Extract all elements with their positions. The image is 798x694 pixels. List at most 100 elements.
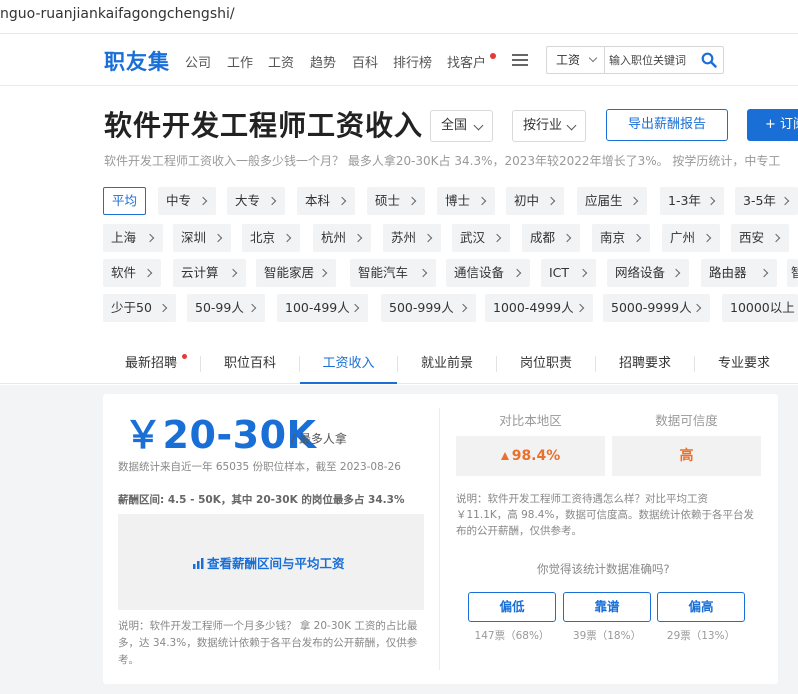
filter-tag-city[interactable]: 苏州 <box>383 224 441 252</box>
filter-tag-industry[interactable]: 路由器 <box>701 259 777 287</box>
tab-major-requirements[interactable]: 专业要求 <box>695 344 793 384</box>
filter-tag-industry[interactable]: 智能汽车 <box>350 259 436 287</box>
nav-item-wiki[interactable]: 百科 <box>352 52 378 71</box>
subscribe-button[interactable]: + 订阅 <box>747 109 798 141</box>
filter-tag-industry[interactable]: 智 <box>787 259 798 287</box>
filter-tag-industry[interactable]: ICT <box>541 259 596 287</box>
chevron-right-icon <box>198 196 208 206</box>
salary-range-note: 薪酬区间: 4.5 - 50K，其中 20-30K 的岗位最多占 34.3% <box>118 494 405 506</box>
filter-tag-education[interactable]: 3-5年 <box>735 187 798 215</box>
nav-item-find-customers[interactable]: 找客户 <box>447 52 486 71</box>
filter-tag-city[interactable]: 南京 <box>592 224 650 252</box>
export-report-button[interactable]: 导出薪酬报告 <box>606 109 728 141</box>
view-salary-chart-label: 查看薪酬区间与平均工资 <box>207 556 345 571</box>
filter-tag-company-size[interactable]: 1000-4999人 <box>485 294 593 322</box>
chevron-right-icon <box>706 196 716 206</box>
filter-tag-industry[interactable]: 智能家居 <box>256 259 336 287</box>
tab-latest-jobs[interactable]: 最新招聘 <box>102 344 200 384</box>
chevron-right-icon <box>418 268 428 278</box>
search-type-select[interactable]: 工资 <box>547 47 605 73</box>
search-input[interactable] <box>609 50 693 70</box>
industry-select-label: 按行业 <box>523 118 563 133</box>
salary-value: ￥20-30K <box>124 413 317 457</box>
filter-tag-label: 5000-9999人 <box>611 300 692 315</box>
chevron-right-icon <box>546 196 556 206</box>
vote-high-count: 29票（13%） <box>666 630 736 642</box>
address-bar[interactable]: nguo-ruanjiankaifagongchengshi/ <box>0 0 798 34</box>
content-tabs: 最新招聘 职位百科 工资收入 就业前景 岗位职责 招聘要求 专业要求 <box>0 344 798 384</box>
view-salary-chart-link[interactable]: 查看薪酬区间与平均工资 <box>193 553 345 572</box>
nav-item-trends[interactable]: 趋势 <box>310 52 336 71</box>
filter-tag-label: 硕士 <box>375 193 401 208</box>
nav-item-salary[interactable]: 工资 <box>268 52 294 71</box>
page-subtitle: 软件开发工程师工资收入一般多少钱一个月？ 最多人拿20-30K占 34.3%，2… <box>104 154 781 168</box>
notification-dot <box>490 53 496 59</box>
filter-tag-education[interactable]: 硕士 <box>367 187 425 215</box>
tab-employment-outlook[interactable]: 就业前景 <box>398 344 496 384</box>
vote-low-button[interactable]: 偏低 <box>468 592 556 622</box>
filter-tag-city[interactable]: 杭州 <box>313 224 371 252</box>
menu-icon[interactable] <box>512 54 528 68</box>
vote-high-button[interactable]: 偏高 <box>657 592 745 622</box>
filter-tag-education[interactable]: 本科 <box>297 187 355 215</box>
tab-job-wiki[interactable]: 职位百科 <box>201 344 299 384</box>
region-select[interactable]: 全国 <box>430 110 493 142</box>
filter-tag-city[interactable]: 西安 <box>731 224 789 252</box>
chevron-right-icon <box>213 233 223 243</box>
region-compare-value: 98.4% <box>456 436 605 476</box>
site-logo[interactable]: 职友集 <box>104 46 170 76</box>
tab-job-duties[interactable]: 岗位职责 <box>497 344 595 384</box>
filter-tag-city[interactable]: 广州 <box>662 224 720 252</box>
filter-tag-label: 500-999人 <box>389 300 454 315</box>
filter-tag-education[interactable]: 1-3年 <box>660 187 724 215</box>
filter-tag-label: 3-5年 <box>743 193 776 208</box>
filter-tag-city[interactable]: 武汉 <box>452 224 510 252</box>
filter-tag-label: 100-499人 <box>285 300 350 315</box>
data-confidence-value: 高 <box>612 436 761 476</box>
chevron-right-icon <box>143 268 153 278</box>
card-divider <box>439 408 440 670</box>
filter-tag-industry[interactable]: 通信设备 <box>446 259 530 287</box>
filter-tag-company-size[interactable]: 50-99人 <box>187 294 265 322</box>
filter-tag-label: 软件 <box>111 265 137 280</box>
filter-tag-label: 大专 <box>235 193 261 208</box>
chevron-right-icon <box>337 196 347 206</box>
filter-tag-education[interactable]: 平均 <box>103 187 146 215</box>
chevron-right-icon <box>407 196 417 206</box>
filter-tag-industry[interactable]: 软件 <box>103 259 161 287</box>
filter-tag-city[interactable]: 深圳 <box>173 224 231 252</box>
arrow-up-icon <box>500 452 509 460</box>
vote-accurate-button[interactable]: 靠谱 <box>563 592 651 622</box>
filter-tag-city[interactable]: 上海 <box>103 224 163 252</box>
filter-tag-industry[interactable]: 网络设备 <box>607 259 689 287</box>
filter-tag-company-size[interactable]: 500-999人 <box>381 294 476 322</box>
filter-tag-label: 少于50 <box>111 300 152 315</box>
search-icon[interactable] <box>701 52 717 68</box>
filter-tag-company-size[interactable]: 5000-9999人 <box>603 294 710 322</box>
filter-tag-education[interactable]: 应届生 <box>577 187 647 215</box>
nav-item-company[interactable]: 公司 <box>185 52 211 71</box>
tab-requirements[interactable]: 招聘要求 <box>596 344 694 384</box>
filter-tag-city[interactable]: 北京 <box>242 224 300 252</box>
industry-select[interactable]: 按行业 <box>512 110 586 142</box>
filter-tag-label: 广州 <box>670 230 696 245</box>
nav-item-jobs[interactable]: 工作 <box>227 52 253 71</box>
filter-tag-company-size[interactable]: 少于50 <box>103 294 176 322</box>
page-title: 软件开发工程师工资收入 <box>104 109 424 142</box>
chevron-down-icon <box>566 120 577 131</box>
filter-tag-label: 南京 <box>600 230 626 245</box>
filter-tag-education[interactable]: 博士 <box>437 187 495 215</box>
nav-item-ranking[interactable]: 排行榜 <box>393 52 432 71</box>
filter-tag-education[interactable]: 大专 <box>227 187 285 215</box>
filter-tag-company-size[interactable]: 10000以上 <box>722 294 798 322</box>
filter-tag-label: 成都 <box>530 230 556 245</box>
region-compare-label: 对比本地区 <box>499 413 562 428</box>
filter-tag-company-size[interactable]: 100-499人 <box>277 294 368 322</box>
filter-tag-education[interactable]: 中专 <box>158 187 216 215</box>
chevron-right-icon <box>759 268 769 278</box>
filter-tag-industry[interactable]: 云计算 <box>173 259 246 287</box>
chevron-right-icon <box>578 268 588 278</box>
filter-tag-city[interactable]: 成都 <box>522 224 580 252</box>
tab-salary-income[interactable]: 工资收入 <box>300 344 397 384</box>
filter-tag-education[interactable]: 初中 <box>506 187 564 215</box>
